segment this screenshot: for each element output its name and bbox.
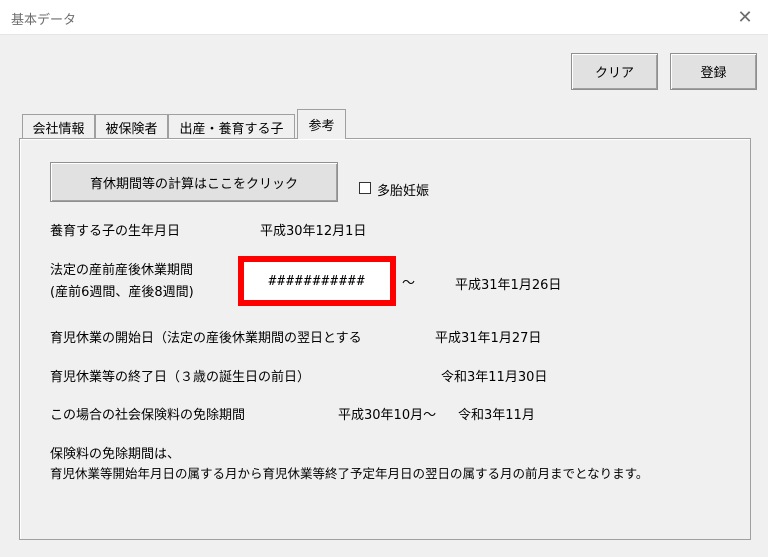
maternity-leave-sublabel: (産前6週間、産後8週間) [50, 285, 194, 300]
exemption-label: この場合の社会保険料の免除期間 [50, 408, 246, 423]
window-title: 基本データ [11, 13, 77, 28]
maternity-leave-label: 法定の産前産後休業期間 [50, 263, 194, 278]
register-button[interactable]: 登録 [670, 53, 757, 90]
multiple-pregnancy-label: 多胎妊娠 [377, 184, 430, 199]
exemption-start: 平成30年10月～ [338, 408, 437, 423]
childcare-start-label: 育児休業の開始日（法定の産後休業期間の翌日とする [50, 331, 362, 346]
childcare-end-label: 育児休業等の終了日（３歳の誕生日の前日） [50, 370, 311, 385]
exemption-end: 令和3年11月 [458, 408, 535, 423]
tab-reference[interactable]: 参考 [297, 109, 346, 139]
childcare-end-value: 令和3年11月30日 [441, 370, 548, 385]
clear-button[interactable]: クリア [571, 53, 658, 90]
childcare-start-value: 平成31年1月27日 [435, 331, 542, 346]
calc-period-button[interactable]: 育休期間等の計算はここをクリック [50, 162, 338, 202]
child-birth-label: 養育する子の生年月日 [50, 224, 181, 239]
maternity-start-value: ########### [238, 256, 396, 306]
child-birth-value: 平成30年12月1日 [260, 224, 367, 239]
tab-insured[interactable]: 被保険者 [95, 114, 168, 140]
range-separator: ～ [402, 276, 416, 291]
tab-company-info[interactable]: 会社情報 [22, 114, 95, 140]
close-icon[interactable]: ✕ [722, 0, 768, 34]
title-bar: 基本データ ✕ [0, 0, 768, 35]
multiple-pregnancy-checkbox[interactable] [359, 182, 371, 194]
tab-birth-child[interactable]: 出産・養育する子 [168, 114, 295, 140]
maternity-end-value: 平成31年1月26日 [455, 278, 562, 293]
note-line-1: 保険料の免除期間は、 [50, 447, 181, 462]
note-line-2: 育児休業等開始年月日の属する月から育児休業等終了予定年月日の翌日の属する月の前月… [50, 466, 649, 481]
